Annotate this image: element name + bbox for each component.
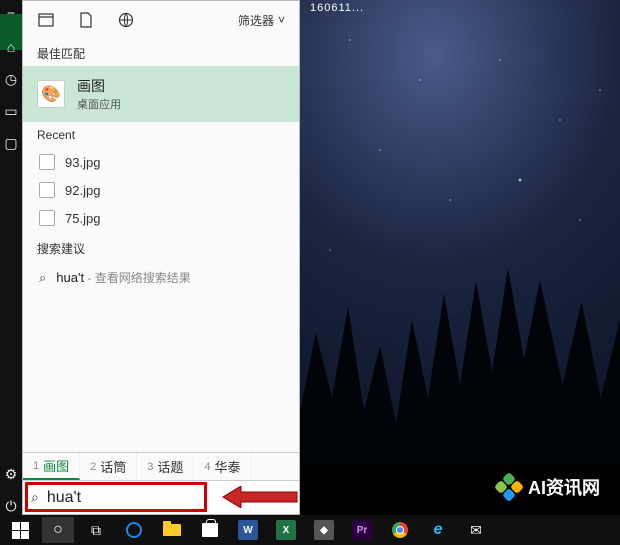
recent-file-item[interactable]: 75.jpg bbox=[23, 204, 299, 232]
app-button[interactable]: ◆ bbox=[308, 517, 340, 543]
ime-candidate[interactable]: 2 话筒 bbox=[80, 453, 137, 480]
paint-app-icon: 🎨 bbox=[37, 80, 65, 108]
filter-label: 筛选器 bbox=[238, 12, 274, 29]
taskview-icon: ⧉ bbox=[91, 522, 101, 539]
document-icon[interactable]: ▭ bbox=[2, 102, 20, 120]
image-file-icon bbox=[39, 154, 55, 170]
home-icon[interactable]: ⌂ bbox=[2, 38, 20, 56]
folder-icon bbox=[163, 524, 181, 536]
search-box[interactable]: ⌕ bbox=[23, 480, 299, 514]
suggestion-term: hua't bbox=[56, 270, 84, 285]
candidate-text: 话筒 bbox=[100, 457, 126, 476]
folder-icon[interactable]: ▢ bbox=[2, 134, 20, 152]
edge-button[interactable] bbox=[118, 517, 150, 543]
best-match-label: 最佳匹配 bbox=[23, 39, 299, 66]
recent-file-item[interactable]: 92.jpg bbox=[23, 176, 299, 204]
flower-icon bbox=[496, 474, 522, 500]
task-view-button[interactable]: ⧉ bbox=[80, 517, 112, 543]
ime-candidate-bar: 1 画图 2 话筒 3 话题 4 华泰 bbox=[23, 452, 299, 480]
candidate-number: 2 bbox=[90, 461, 96, 473]
ime-candidate[interactable]: 1 画图 bbox=[23, 453, 80, 480]
word-icon: W bbox=[238, 520, 258, 540]
wallpaper-timestamp: 160611... bbox=[310, 2, 364, 14]
suggest-label: 搜索建议 bbox=[23, 234, 299, 261]
file-explorer-button[interactable] bbox=[156, 517, 188, 543]
excel-button[interactable]: X bbox=[270, 517, 302, 543]
search-icon: ⌕ bbox=[31, 489, 39, 506]
recent-file-name: 75.jpg bbox=[65, 211, 100, 226]
recent-file-item[interactable]: 93.jpg bbox=[23, 148, 299, 176]
suggest-list: ⌕ hua't - 查看网络搜索结果 bbox=[23, 261, 299, 294]
candidate-number: 4 bbox=[204, 461, 210, 473]
taskbar: ○ ⧉ W X ◆ Pr e ✉ bbox=[0, 515, 620, 545]
apps-scope-icon[interactable] bbox=[37, 11, 55, 29]
chrome-button[interactable] bbox=[384, 517, 416, 543]
web-scope-icon[interactable] bbox=[117, 11, 135, 29]
recent-list: 93.jpg 92.jpg 75.jpg bbox=[23, 146, 299, 234]
best-match-title: 画图 bbox=[77, 76, 121, 96]
taskbar-search-button[interactable]: ○ bbox=[42, 517, 74, 543]
word-button[interactable]: W bbox=[232, 517, 264, 543]
image-file-icon bbox=[39, 182, 55, 198]
candidate-number: 1 bbox=[33, 460, 39, 472]
settings-icon[interactable]: ⚙ bbox=[2, 465, 20, 483]
store-icon bbox=[202, 523, 218, 537]
suggestion-hint: - 查看网络搜索结果 bbox=[84, 271, 191, 285]
best-match-subtitle: 桌面应用 bbox=[77, 96, 121, 112]
windows-logo-icon bbox=[12, 522, 29, 539]
power-icon[interactable]: ⏻ bbox=[2, 497, 20, 515]
best-match-item[interactable]: 🎨 画图 桌面应用 bbox=[23, 66, 299, 122]
chrome-icon bbox=[392, 522, 408, 538]
ime-candidate[interactable]: 3 话题 bbox=[137, 453, 194, 480]
recent-label: Recent bbox=[23, 122, 299, 146]
start-left-rail: ≡ ⌂ ◷ ▭ ▢ ⚙ ⏻ bbox=[0, 0, 22, 515]
ie-button[interactable]: e bbox=[422, 517, 454, 543]
store-button[interactable] bbox=[194, 517, 226, 543]
filter-dropdown[interactable]: 筛选器 ˅ bbox=[238, 12, 285, 29]
documents-scope-icon[interactable] bbox=[77, 11, 95, 29]
recent-file-name: 92.jpg bbox=[65, 183, 100, 198]
mail-button[interactable]: ✉ bbox=[460, 517, 492, 543]
premiere-icon: Pr bbox=[352, 520, 372, 540]
search-icon: ⌕ bbox=[39, 270, 46, 286]
edge-icon bbox=[126, 522, 142, 538]
ie-icon: e bbox=[434, 521, 443, 539]
annotation-arrow-icon bbox=[221, 486, 299, 508]
start-button[interactable] bbox=[4, 517, 36, 543]
watermark-logo: AI资讯网 bbox=[496, 474, 600, 500]
search-results-panel: 筛选器 ˅ 最佳匹配 🎨 画图 桌面应用 Recent 93.jpg 92.jp… bbox=[22, 0, 300, 515]
watermark-text: AI资讯网 bbox=[528, 474, 600, 500]
mail-icon: ✉ bbox=[470, 522, 482, 539]
premiere-button[interactable]: Pr bbox=[346, 517, 378, 543]
web-suggestion-item[interactable]: ⌕ hua't - 查看网络搜索结果 bbox=[23, 263, 299, 292]
search-icon: ○ bbox=[53, 521, 63, 539]
recent-file-name: 93.jpg bbox=[65, 155, 100, 170]
app-icon: ◆ bbox=[314, 520, 334, 540]
clock-icon[interactable]: ◷ bbox=[2, 70, 20, 88]
chevron-down-icon: ˅ bbox=[278, 13, 285, 27]
image-file-icon bbox=[39, 210, 55, 226]
candidate-text: 华泰 bbox=[215, 457, 241, 476]
ime-candidate[interactable]: 4 华泰 bbox=[194, 453, 251, 480]
candidate-number: 3 bbox=[147, 461, 153, 473]
candidate-text: 画图 bbox=[43, 456, 69, 475]
candidate-text: 话题 bbox=[157, 457, 183, 476]
excel-icon: X bbox=[276, 520, 296, 540]
panel-header: 筛选器 ˅ bbox=[23, 1, 299, 39]
